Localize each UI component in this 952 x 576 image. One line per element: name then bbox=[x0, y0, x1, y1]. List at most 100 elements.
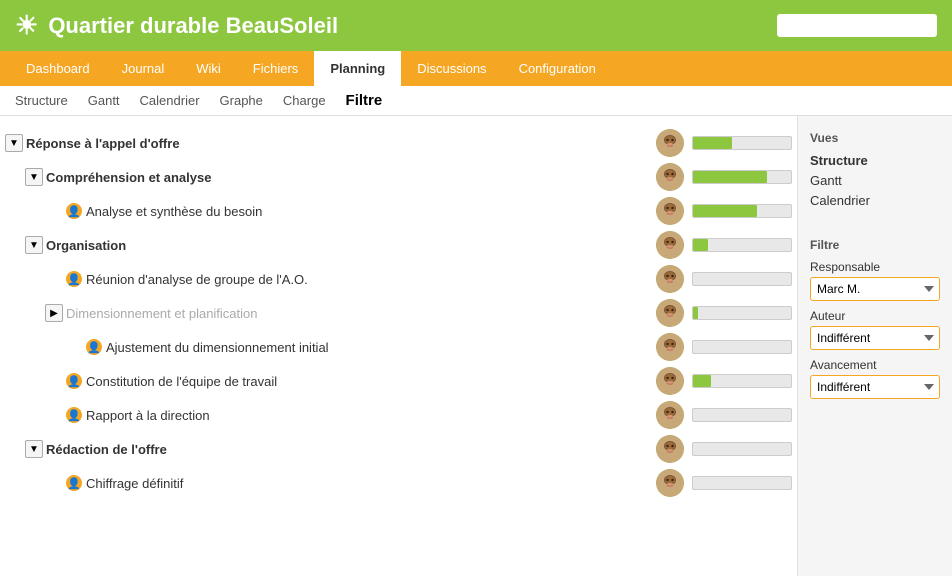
avatar bbox=[656, 401, 684, 429]
task-label: Réunion d'analyse de groupe de l'A.O. bbox=[86, 272, 646, 287]
progress-bar-fill bbox=[693, 307, 698, 319]
expand-button[interactable]: ▼ bbox=[5, 134, 23, 152]
search-input[interactable] bbox=[777, 14, 937, 37]
progress-cell bbox=[692, 204, 792, 218]
sidebar-link-calendrier[interactable]: Calendrier bbox=[810, 193, 940, 208]
vues-title: Vues bbox=[810, 131, 940, 145]
avatar bbox=[656, 129, 684, 157]
sub-nav-item-calendrier[interactable]: Calendrier bbox=[140, 93, 200, 108]
progress-cell bbox=[692, 238, 792, 252]
task-row: ▼Réponse à l'appel d'offre bbox=[0, 126, 797, 160]
progress-bar-fill bbox=[693, 239, 708, 251]
sidebar-link-gantt[interactable]: Gantt bbox=[810, 173, 940, 188]
task-person-icon: 👤 bbox=[66, 203, 82, 219]
task-row: ▶Dimensionnement et planification bbox=[0, 296, 797, 330]
responsable-select[interactable]: Marc M. Indifférent bbox=[810, 277, 940, 301]
avatar bbox=[656, 435, 684, 463]
task-label: Organisation bbox=[46, 238, 646, 253]
task-person-icon: 👤 bbox=[66, 373, 82, 389]
main-nav: DashboardJournalWikiFichiersPlanningDisc… bbox=[0, 51, 952, 86]
progress-cell bbox=[692, 408, 792, 422]
progress-bar-fill bbox=[693, 205, 757, 217]
auteur-select[interactable]: Indifférent bbox=[810, 326, 940, 350]
expand-button[interactable]: ▼ bbox=[25, 168, 43, 186]
sun-icon: ☀ bbox=[15, 10, 38, 41]
app-title: ☀ Quartier durable BeauSoleil bbox=[15, 10, 338, 41]
progress-bar-bg bbox=[692, 238, 792, 252]
progress-cell bbox=[692, 340, 792, 354]
progress-cell bbox=[692, 374, 792, 388]
task-label: Réponse à l'appel d'offre bbox=[26, 136, 646, 151]
task-list: ▼Réponse à l'appel d'offre ▼Compréhensio… bbox=[0, 116, 797, 576]
task-label: Constitution de l'équipe de travail bbox=[86, 374, 646, 389]
task-person-icon: 👤 bbox=[66, 271, 82, 287]
expand-button[interactable]: ▼ bbox=[25, 236, 43, 254]
task-person-icon: 👤 bbox=[66, 475, 82, 491]
nav-item-fichiers[interactable]: Fichiers bbox=[237, 51, 315, 86]
avancement-label: Avancement bbox=[810, 358, 940, 372]
nav-item-discussions[interactable]: Discussions bbox=[401, 51, 502, 86]
sub-nav-item-filtre[interactable]: Filtre bbox=[346, 92, 383, 109]
task-label: Chiffrage définitif bbox=[86, 476, 646, 491]
progress-bar-fill bbox=[693, 137, 732, 149]
nav-item-wiki[interactable]: Wiki bbox=[180, 51, 237, 86]
nav-item-journal[interactable]: Journal bbox=[106, 51, 181, 86]
main-layout: ▼Réponse à l'appel d'offre ▼Compréhensio… bbox=[0, 116, 952, 576]
task-row: 👤 Rapport à la direction bbox=[0, 398, 797, 432]
progress-bar-fill bbox=[693, 171, 767, 183]
progress-bar-bg bbox=[692, 374, 792, 388]
task-row: ▼Organisation bbox=[0, 228, 797, 262]
task-row: 👤 Réunion d'analyse de groupe de l'A.O. bbox=[0, 262, 797, 296]
expand-button[interactable]: ▶ bbox=[45, 304, 63, 322]
progress-bar-bg bbox=[692, 272, 792, 286]
auteur-label: Auteur bbox=[810, 309, 940, 323]
sub-nav-item-charge[interactable]: Charge bbox=[283, 93, 326, 108]
progress-bar-bg bbox=[692, 136, 792, 150]
progress-bar-bg bbox=[692, 170, 792, 184]
task-row: 👤 Constitution de l'équipe de travail bbox=[0, 364, 797, 398]
nav-item-configuration[interactable]: Configuration bbox=[503, 51, 612, 86]
sub-nav-item-gantt[interactable]: Gantt bbox=[88, 93, 120, 108]
task-person-icon: 👤 bbox=[86, 339, 102, 355]
task-label: Compréhension et analyse bbox=[46, 170, 646, 185]
nav-item-dashboard[interactable]: Dashboard bbox=[10, 51, 106, 86]
progress-cell bbox=[692, 476, 792, 490]
sidebar: Vues Structure Gantt Calendrier Filtre R… bbox=[797, 116, 952, 576]
progress-bar-bg bbox=[692, 204, 792, 218]
avancement-select[interactable]: Indifférent bbox=[810, 375, 940, 399]
avatar bbox=[656, 163, 684, 191]
task-label: Rapport à la direction bbox=[86, 408, 646, 423]
task-label: Rédaction de l'offre bbox=[46, 442, 646, 457]
avatar bbox=[656, 231, 684, 259]
expand-button[interactable]: ▼ bbox=[25, 440, 43, 458]
progress-bar-bg bbox=[692, 476, 792, 490]
task-row: ▼Rédaction de l'offre bbox=[0, 432, 797, 466]
task-label: Analyse et synthèse du besoin bbox=[86, 204, 646, 219]
sub-nav-item-structure[interactable]: Structure bbox=[15, 93, 68, 108]
progress-cell bbox=[692, 306, 792, 320]
progress-cell bbox=[692, 442, 792, 456]
progress-bar-bg bbox=[692, 306, 792, 320]
task-row: 👤 Analyse et synthèse du besoin bbox=[0, 194, 797, 228]
nav-item-planning[interactable]: Planning bbox=[314, 51, 401, 86]
responsable-label: Responsable bbox=[810, 260, 940, 274]
progress-bar-fill bbox=[693, 375, 711, 387]
avatar bbox=[656, 299, 684, 327]
progress-bar-bg bbox=[692, 340, 792, 354]
avatar bbox=[656, 469, 684, 497]
filter-section: Filtre Responsable Marc M. Indifférent A… bbox=[810, 238, 940, 399]
task-label: Ajustement du dimensionnement initial bbox=[106, 340, 646, 355]
progress-bar-bg bbox=[692, 442, 792, 456]
progress-cell bbox=[692, 272, 792, 286]
sub-nav-item-graphe[interactable]: Graphe bbox=[220, 93, 263, 108]
progress-bar-bg bbox=[692, 408, 792, 422]
avatar bbox=[656, 197, 684, 225]
sidebar-link-structure[interactable]: Structure bbox=[810, 153, 940, 168]
task-row: ▼Compréhension et analyse bbox=[0, 160, 797, 194]
avatar bbox=[656, 367, 684, 395]
header: ☀ Quartier durable BeauSoleil bbox=[0, 0, 952, 51]
avatar bbox=[656, 333, 684, 361]
task-person-icon: 👤 bbox=[66, 407, 82, 423]
task-row: 👤 Ajustement du dimensionnement initial bbox=[0, 330, 797, 364]
progress-cell bbox=[692, 170, 792, 184]
